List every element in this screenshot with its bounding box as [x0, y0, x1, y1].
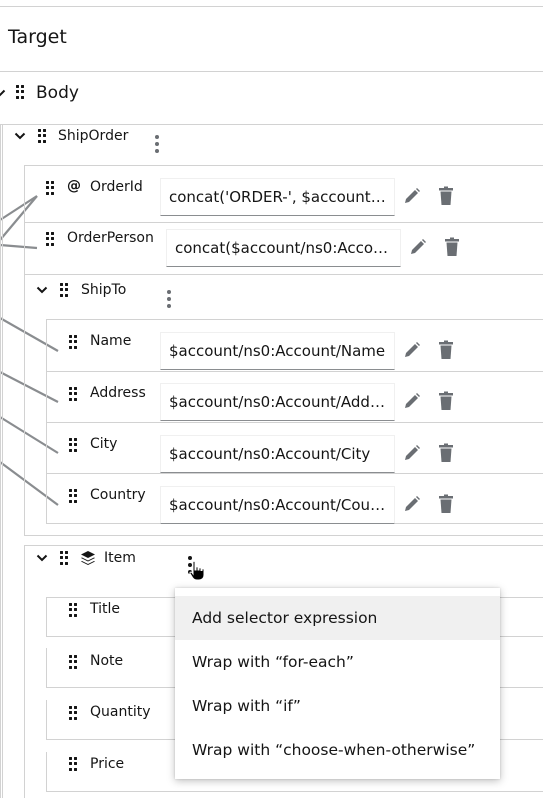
shipto-kebab-menu-icon[interactable]: [166, 290, 172, 310]
city-delete-trash-icon[interactable]: [438, 443, 456, 463]
orderperson-grip-icon[interactable]: [46, 232, 54, 246]
address-expression[interactable]: $account/ns0:Account/Address: [160, 383, 395, 421]
shiporder-grip-icon[interactable]: [38, 129, 46, 143]
item-chevron-down-icon[interactable]: [36, 552, 48, 564]
item-label: Item: [104, 550, 136, 566]
quantity-label: Quantity: [90, 704, 151, 720]
shiporder-chevron-down-icon[interactable]: [14, 130, 26, 142]
top-divider: [0, 6, 543, 7]
hand-pointer-icon: [189, 560, 205, 581]
header-divider: [0, 71, 543, 72]
price-grip-icon[interactable]: [69, 757, 77, 771]
body-label: Body: [36, 83, 79, 103]
menu-item-wrap-choose-when-otherwise[interactable]: Wrap with “choose-when-otherwise”: [175, 728, 500, 772]
country-expression[interactable]: $account/ns0:Account/Country: [160, 486, 395, 524]
menu-item-wrap-for-each[interactable]: Wrap with “for-each”: [175, 640, 500, 684]
shipto-grip-icon[interactable]: [60, 283, 68, 297]
city-edit-pencil-icon[interactable]: [403, 444, 421, 464]
orderperson-edit-pencil-icon[interactable]: [409, 238, 427, 258]
title-label: Title: [90, 601, 121, 617]
note-grip-icon[interactable]: [69, 655, 77, 669]
price-label: Price: [90, 756, 125, 772]
city-grip-icon[interactable]: [69, 438, 77, 452]
note-label: Note: [90, 653, 124, 669]
address-delete-trash-icon[interactable]: [438, 391, 456, 411]
name-grip-icon[interactable]: [69, 335, 77, 349]
country-edit-pencil-icon[interactable]: [403, 495, 421, 515]
shipto-label: ShipTo: [81, 282, 127, 298]
shiporder-divider: [0, 124, 543, 125]
attribute-at-icon: @: [67, 178, 81, 194]
address-grip-icon[interactable]: [69, 387, 77, 401]
country-delete-trash-icon[interactable]: [438, 494, 456, 514]
quantity-grip-icon[interactable]: [69, 706, 77, 720]
item-grip-icon[interactable]: [60, 551, 68, 565]
country-grip-icon[interactable]: [69, 489, 77, 503]
name-expression[interactable]: $account/ns0:Account/Name: [160, 332, 395, 370]
name-delete-trash-icon[interactable]: [438, 340, 456, 360]
name-edit-pencil-icon[interactable]: [403, 341, 421, 361]
address-edit-pencil-icon[interactable]: [403, 392, 421, 412]
title-grip-icon[interactable]: [69, 603, 77, 617]
shiporder-label: ShipOrder: [58, 128, 129, 144]
menu-item-wrap-if[interactable]: Wrap with “if”: [175, 684, 500, 728]
menu-item-add-selector-expression[interactable]: Add selector expression: [175, 596, 500, 640]
orderid-edit-pencil-icon[interactable]: [403, 187, 421, 207]
body-grip-icon[interactable]: [16, 85, 24, 99]
body-tree-guide: [0, 124, 1, 798]
shiporder-kebab-menu-icon[interactable]: [154, 135, 160, 155]
orderperson-expression[interactable]: concat($account/ns0:Account/Name): [166, 229, 401, 267]
layer-group-icon: [81, 551, 95, 565]
orderperson-label: OrderPerson: [67, 230, 154, 246]
name-label: Name: [90, 333, 132, 349]
shiporder-tree-guide: [2, 124, 3, 798]
city-label: City: [90, 436, 118, 452]
country-label: Country: [90, 487, 146, 503]
orderid-label: OrderId: [90, 179, 143, 195]
orderperson-delete-trash-icon[interactable]: [444, 237, 462, 257]
orderid-delete-trash-icon[interactable]: [438, 186, 456, 206]
orderid-expression[interactable]: concat('ORDER-', $account/ns0:AccountNum…: [160, 178, 395, 216]
item-context-menu: Add selector expression Wrap with “for-e…: [175, 588, 500, 779]
body-chevron-down-icon[interactable]: [0, 87, 6, 99]
city-expression[interactable]: $account/ns0:Account/City: [160, 435, 395, 473]
address-label: Address: [90, 385, 146, 401]
shipto-chevron-down-icon[interactable]: [36, 284, 48, 296]
orderid-grip-icon[interactable]: [46, 181, 54, 195]
